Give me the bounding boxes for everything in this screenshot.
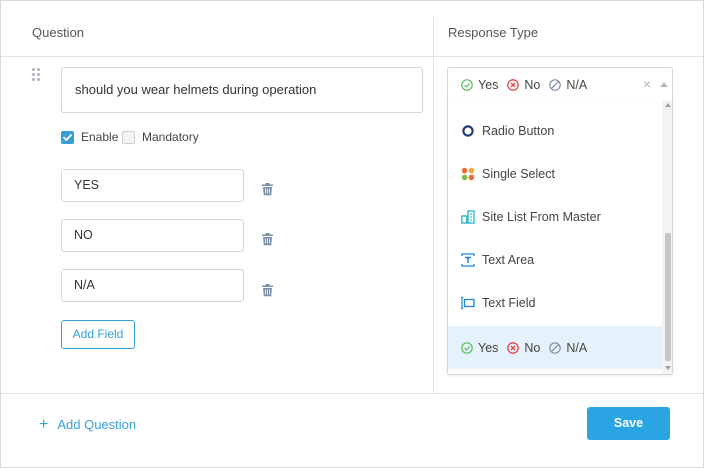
mandatory-label: Mandatory	[142, 130, 199, 144]
mandatory-checkbox[interactable]	[122, 131, 135, 144]
check-circle-icon	[461, 341, 473, 354]
response-type-column-heading: Response Type	[448, 25, 539, 40]
text-field-icon	[461, 296, 475, 309]
menu-item-single-select[interactable]: Single Select	[448, 152, 662, 195]
option-input-no[interactable]: NO	[61, 219, 244, 252]
menu-item-site-list-from-master[interactable]: Site List From Master	[448, 195, 662, 238]
question-editor: Question Response Type should you wear h…	[0, 0, 704, 468]
slash-circle-icon	[549, 79, 562, 91]
question-text-input[interactable]: should you wear helmets during operation	[61, 67, 423, 113]
selected-yes-label: Yes	[478, 78, 499, 92]
column-divider	[433, 17, 434, 393]
table-header	[1, 1, 703, 57]
menu-item-radio-button[interactable]: Radio Button	[448, 109, 662, 152]
checkmark-icon	[63, 134, 72, 141]
delete-option-yes-trash-icon[interactable]	[261, 182, 274, 196]
menu-item-label: Text Field	[482, 295, 536, 310]
selected-value-tags: Yes No N/A	[461, 68, 596, 102]
save-button[interactable]: Save	[587, 407, 670, 440]
dropdown-scrollbar[interactable]	[662, 101, 672, 374]
check-circle-icon	[461, 79, 473, 91]
enable-label: Enable	[81, 130, 119, 144]
menu-item-label: Site List From Master	[482, 209, 601, 224]
delete-option-na-trash-icon[interactable]	[261, 283, 274, 297]
site-list-icon	[461, 209, 475, 224]
menu-item-label: Radio Button	[482, 123, 555, 138]
x-circle-icon	[507, 341, 520, 354]
scroll-down-arrow-icon[interactable]	[665, 366, 671, 370]
enable-checkbox[interactable]	[61, 131, 74, 144]
radio-button-icon	[462, 124, 474, 137]
text-area-icon	[461, 252, 475, 267]
menu-na-label: N/A	[566, 340, 588, 355]
drag-handle-icon[interactable]	[32, 68, 42, 82]
footer-divider	[1, 393, 703, 394]
add-question-button[interactable]: + Add Question	[39, 415, 137, 433]
response-type-select[interactable]: Yes No N/A ×	[447, 67, 673, 101]
option-input-na[interactable]: N/A	[61, 269, 244, 302]
single-select-icon	[461, 167, 475, 180]
add-field-button[interactable]: Add Field	[61, 320, 135, 349]
menu-item-text-field[interactable]: Text Field	[448, 281, 662, 324]
menu-no-label: No	[524, 340, 541, 355]
chevron-up-icon[interactable]	[660, 82, 668, 87]
menu-item-yes-no-na[interactable]: Yes No N/A	[448, 326, 662, 369]
plus-icon: +	[39, 415, 49, 433]
question-column-heading: Question	[32, 25, 85, 40]
add-question-label: Add Question	[57, 417, 137, 432]
response-type-dropdown-menu: Radio Button Single Select Site List Fro…	[447, 101, 673, 375]
menu-item-text-area[interactable]: Text Area	[448, 238, 662, 281]
scrollbar-thumb[interactable]	[665, 233, 671, 361]
clear-selection-icon[interactable]: ×	[641, 77, 653, 91]
selected-na-label: N/A	[566, 78, 588, 92]
menu-item-label: Single Select	[482, 166, 555, 181]
scroll-up-arrow-icon[interactable]	[665, 103, 671, 107]
selected-no-label: No	[524, 78, 541, 92]
delete-option-no-trash-icon[interactable]	[261, 232, 274, 246]
slash-circle-icon	[549, 341, 562, 354]
menu-yes-label: Yes	[478, 340, 499, 355]
option-input-yes[interactable]: YES	[61, 169, 244, 202]
x-circle-icon	[507, 79, 520, 91]
menu-item-label: Text Area	[482, 252, 535, 267]
